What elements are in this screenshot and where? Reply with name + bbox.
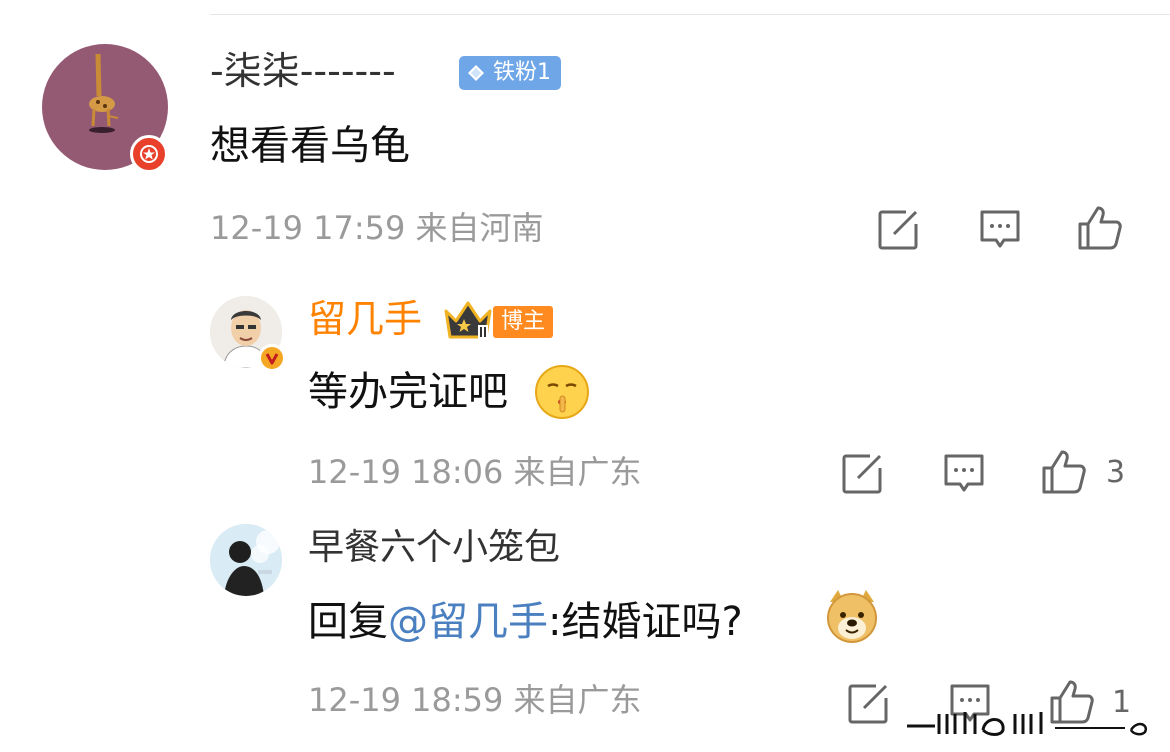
comment-meta: 12-19 18:59 来自广东 <box>308 684 642 716</box>
repost-icon[interactable] <box>876 208 920 252</box>
comment-text: 回复@留几手:结婚证吗? <box>308 602 743 642</box>
repost-icon[interactable] <box>846 682 890 726</box>
diamond-icon <box>468 65 484 81</box>
username[interactable]: 留几手 <box>308 300 422 338</box>
comment-thread: -柒柒------- 铁粉1 想看看乌龟 12-19 17:59 来自河南 留几… <box>0 0 1170 752</box>
repost-icon[interactable] <box>840 452 884 496</box>
verified-badge-icon <box>258 344 286 372</box>
person-avatar-icon <box>210 524 282 596</box>
comment-text: 想看看乌龟 <box>210 123 410 169</box>
vip-badge-icon <box>130 135 168 173</box>
comment-text: 等办完证吧 <box>308 369 508 415</box>
reply-text: :结婚证吗? <box>548 599 743 645</box>
like-icon[interactable] <box>1040 448 1088 496</box>
crown-icon <box>444 301 492 339</box>
mention-link[interactable]: @留几手 <box>388 599 548 645</box>
comment-location: 来自广东 <box>513 453 642 491</box>
fan-badge-label: 铁粉1 <box>493 60 551 85</box>
comment-meta: 12-19 17:59 来自河南 <box>210 212 544 244</box>
like-icon[interactable] <box>1076 204 1124 252</box>
comment-location: 来自广东 <box>513 681 642 719</box>
username[interactable]: -柒柒------- <box>210 52 396 90</box>
reply-prefix: 回复 <box>308 599 388 645</box>
avatar-user-3[interactable] <box>210 524 282 596</box>
doge-emoji-icon <box>827 590 877 643</box>
username[interactable]: 早餐六个小笼包 <box>308 530 560 566</box>
comment-icon[interactable] <box>942 452 986 496</box>
comment-time: 12-19 18:59 <box>308 681 504 719</box>
like-count: 3 <box>1106 455 1126 490</box>
top-divider <box>210 14 1170 15</box>
comment-location: 来自河南 <box>415 209 544 247</box>
watermark-scribble <box>907 712 1148 736</box>
comment-icon[interactable] <box>978 208 1022 252</box>
comment-time: 12-19 17:59 <box>210 209 406 247</box>
comment-time: 12-19 18:06 <box>308 453 504 491</box>
comment-meta: 12-19 18:06 来自广东 <box>308 456 642 488</box>
fan-badge[interactable]: 铁粉1 <box>459 56 561 90</box>
shush-emoji-icon <box>535 365 589 419</box>
host-tag: 博主 <box>493 306 553 338</box>
